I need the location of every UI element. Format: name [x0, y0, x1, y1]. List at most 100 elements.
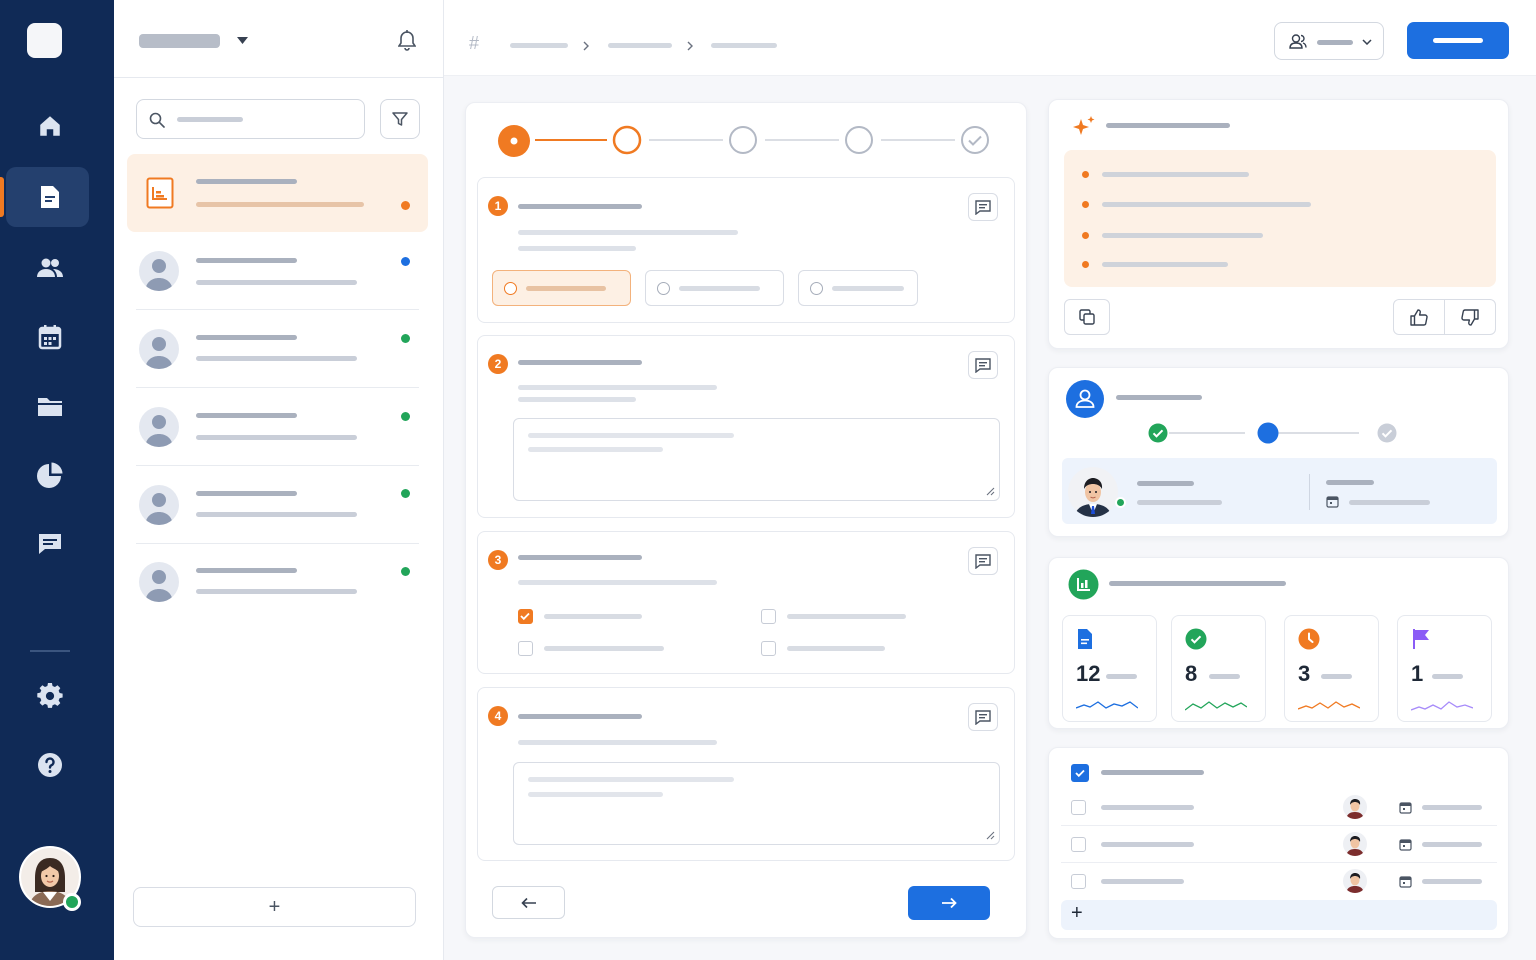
- online-status-dot: [1115, 497, 1126, 508]
- copy-button[interactable]: [1064, 299, 1110, 335]
- comment-button[interactable]: [968, 351, 998, 379]
- search-input[interactable]: [136, 99, 365, 139]
- add-task-button[interactable]: +: [1061, 900, 1497, 930]
- filter-button[interactable]: [380, 99, 420, 139]
- nav-messages[interactable]: [0, 514, 114, 574]
- nav-rail: [0, 0, 114, 960]
- caret-down-icon[interactable]: [237, 37, 248, 44]
- resize-handle-icon[interactable]: [986, 487, 995, 496]
- user-badge-icon: [1066, 380, 1104, 418]
- list-item[interactable]: [127, 310, 428, 388]
- clock-icon: [1298, 628, 1320, 650]
- step-current[interactable]: [1257, 422, 1279, 444]
- list-item[interactable]: [127, 388, 428, 466]
- select-all-checkbox[interactable]: [1071, 764, 1089, 782]
- checkbox[interactable]: [518, 641, 533, 656]
- check-icon: [1075, 769, 1085, 778]
- breadcrumb-item[interactable]: [510, 43, 568, 48]
- step-done-icon[interactable]: [1148, 423, 1168, 443]
- task-checkbox[interactable]: [1071, 800, 1086, 815]
- task-row[interactable]: [1061, 789, 1497, 826]
- nav-help[interactable]: [0, 735, 114, 795]
- nav-documents[interactable]: [0, 167, 114, 227]
- checkbox[interactable]: [761, 609, 776, 624]
- task-due-date: [1422, 842, 1482, 847]
- task-checkbox[interactable]: [1071, 874, 1086, 889]
- stat-value: 3: [1298, 661, 1311, 686]
- workspace-name[interactable]: [139, 34, 220, 48]
- nav-folders[interactable]: [0, 376, 114, 436]
- list-item[interactable]: [127, 154, 428, 232]
- task-checkbox[interactable]: [1071, 837, 1086, 852]
- comment-icon: [975, 553, 991, 569]
- radio-option[interactable]: [492, 270, 631, 306]
- add-task-label: +: [1071, 902, 1083, 924]
- task-row[interactable]: [1061, 826, 1497, 863]
- section-description-2: [518, 246, 636, 251]
- next-button[interactable]: [908, 886, 990, 920]
- thumbs-up-icon: [1410, 308, 1428, 326]
- bell-icon[interactable]: [398, 30, 416, 51]
- radio-option[interactable]: [645, 270, 784, 306]
- thumbs-down-button[interactable]: [1444, 299, 1496, 335]
- search-placeholder: [177, 117, 243, 122]
- comment-button[interactable]: [968, 703, 998, 731]
- section-description: [518, 385, 717, 390]
- stat-tile-approved[interactable]: 8: [1171, 615, 1266, 722]
- question-section-2: 2: [477, 335, 1015, 518]
- nav-calendar[interactable]: [0, 307, 114, 367]
- back-button[interactable]: [492, 886, 565, 919]
- due-date: [1349, 500, 1430, 505]
- assignee-row[interactable]: [1062, 458, 1497, 524]
- step-3[interactable]: [728, 125, 758, 155]
- step-5-complete-icon[interactable]: [960, 125, 990, 155]
- list-item-subtitle: [196, 512, 357, 517]
- list-item-subtitle: [196, 589, 357, 594]
- stat-tile-documents[interactable]: 12: [1062, 615, 1157, 722]
- assignee-avatar: [1068, 467, 1118, 517]
- bullet-text: [1102, 202, 1311, 207]
- bullet: [1082, 261, 1089, 268]
- answer-textarea[interactable]: [513, 418, 1000, 501]
- task-due-date: [1422, 879, 1482, 884]
- check-icon: [520, 612, 530, 621]
- step-4[interactable]: [844, 125, 874, 155]
- status-dot: [401, 201, 410, 210]
- task-assignee-avatar: [1343, 869, 1367, 893]
- nav-home[interactable]: [0, 96, 114, 156]
- nav-reports[interactable]: [0, 445, 114, 505]
- comment-button[interactable]: [968, 193, 998, 221]
- assignee-dropdown[interactable]: [1274, 22, 1384, 60]
- comment-button[interactable]: [968, 547, 998, 575]
- list-item-subtitle: [196, 280, 357, 285]
- sparkle-icon: [1073, 116, 1095, 135]
- list-item[interactable]: [127, 543, 428, 621]
- radio-option[interactable]: [798, 270, 918, 306]
- card-title: [1109, 581, 1286, 586]
- primary-action-button[interactable]: [1407, 22, 1509, 59]
- form-card: 1 2 3 4: [465, 102, 1027, 938]
- task-row[interactable]: [1061, 863, 1497, 900]
- nav-settings[interactable]: [0, 666, 114, 726]
- assignee-name: [1137, 481, 1194, 486]
- step-pending-icon[interactable]: [1377, 423, 1397, 443]
- add-item-button[interactable]: +: [133, 887, 416, 927]
- answer-textarea[interactable]: [513, 762, 1000, 845]
- checkbox[interactable]: [761, 641, 776, 656]
- avatar: [139, 407, 179, 447]
- checkbox-checked[interactable]: [518, 609, 533, 624]
- step-2[interactable]: [612, 125, 642, 155]
- resize-handle-icon[interactable]: [986, 831, 995, 840]
- thumbs-up-button[interactable]: [1393, 299, 1445, 335]
- list-item[interactable]: [127, 466, 428, 544]
- step-1-current[interactable]: [497, 124, 531, 158]
- list-item[interactable]: [127, 232, 428, 310]
- nav-users[interactable]: [0, 238, 114, 298]
- app-logo[interactable]: [27, 23, 62, 58]
- stat-tile-pending[interactable]: 3: [1284, 615, 1379, 722]
- task-title: [1101, 805, 1194, 810]
- status-dot: [401, 567, 410, 576]
- card-title: [1101, 770, 1204, 775]
- stat-tile-flagged[interactable]: 1: [1397, 615, 1492, 722]
- breadcrumb-item[interactable]: [608, 43, 672, 48]
